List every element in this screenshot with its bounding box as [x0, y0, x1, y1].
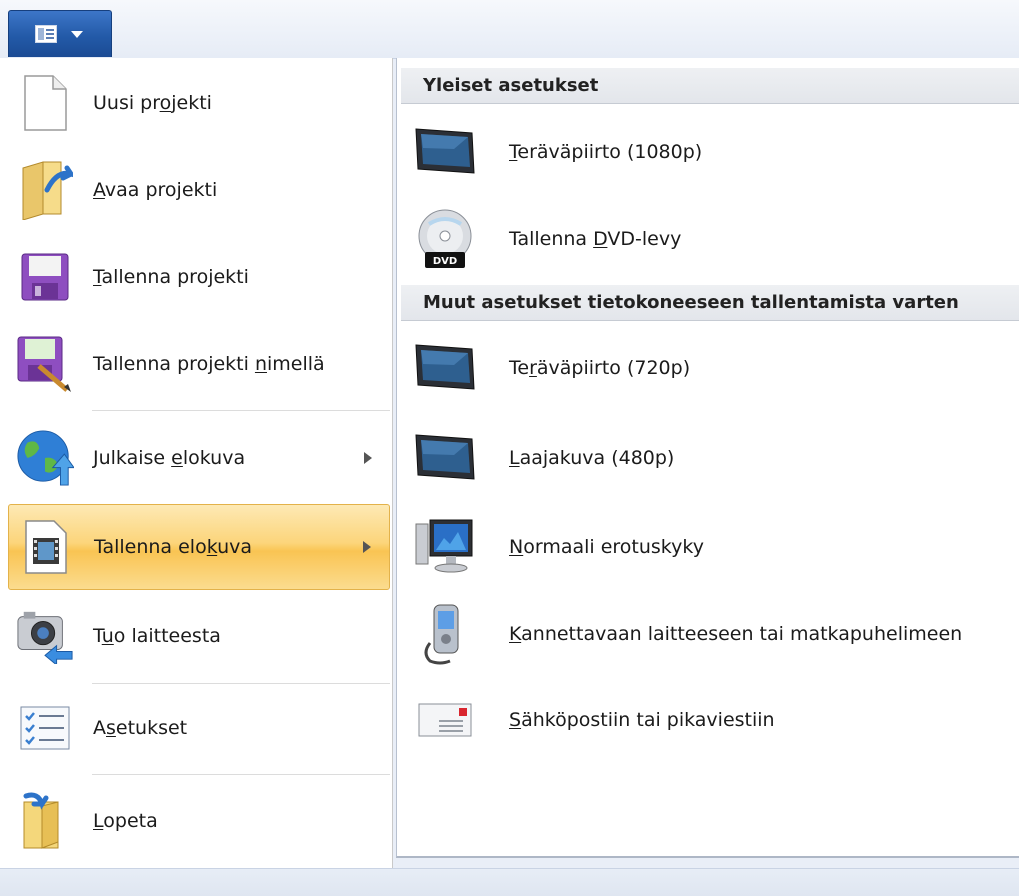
save-disk-icon — [16, 248, 74, 306]
submenu-item-label: Teräväpiirto (720p) — [509, 357, 691, 379]
submenu-item-widescreen-480p[interactable]: Laajakuva (480p) — [401, 415, 1019, 501]
menu-item-label: Uusi projekti — [93, 92, 212, 114]
monitor-icon — [413, 426, 477, 490]
globe-publish-icon — [16, 429, 74, 487]
ribbon-top-bar — [0, 0, 1019, 59]
exit-icon — [16, 792, 74, 850]
chevron-right-icon — [364, 452, 372, 464]
menu-item-new-project[interactable]: Uusi projekti — [8, 60, 390, 146]
submenu-item-standard-definition[interactable]: Normaali erotuskyky — [401, 504, 1019, 590]
section-header-other-settings: Muut asetukset tietokoneeseen tallentami… — [401, 285, 1019, 321]
submenu-item-burn-dvd[interactable]: DVD Tallenna DVD-levy — [401, 196, 1019, 282]
menu-item-open-project[interactable]: Avaa projekti — [8, 147, 390, 233]
menu-item-label: Asetukset — [93, 717, 188, 739]
menu-separator — [92, 410, 390, 411]
mobile-phone-icon — [413, 602, 477, 666]
submenu-item-portable-device[interactable]: Kannettavaan laitteeseen tai matkapuheli… — [401, 591, 1019, 677]
dvd-disc-icon: DVD — [413, 207, 477, 271]
monitor-icon — [413, 120, 477, 184]
menu-item-label: Tallenna elokuva — [94, 536, 253, 558]
submenu-item-label: Sähköpostiin tai pikaviestiin — [509, 709, 775, 731]
app-menu-icon — [35, 25, 57, 43]
camera-import-icon — [16, 607, 74, 665]
submenu-item-label: Teräväpiirto (1080p) — [509, 141, 703, 163]
save-as-icon — [16, 335, 74, 393]
menu-item-save-movie[interactable]: Tallenna elokuva — [8, 504, 390, 590]
menu-item-label: Tuo laitteesta — [93, 625, 221, 647]
submenu-item-label: Normaali erotuskyky — [509, 536, 704, 558]
submenu-item-email[interactable]: Sähköpostiin tai pikaviestiin — [401, 677, 1019, 763]
menu-item-save-project-as[interactable]: Tallenna projekti nimellä — [8, 321, 390, 407]
menu-item-save-project[interactable]: Tallenna projekti — [8, 234, 390, 320]
menu-item-import-from-device[interactable]: Tuo laitteesta — [8, 593, 390, 679]
film-document-icon — [17, 518, 75, 576]
application-menu-button[interactable] — [8, 10, 112, 57]
menu-item-label: Julkaise elokuva — [93, 447, 246, 469]
menu-item-label: Avaa projekti — [93, 179, 218, 201]
menu-item-label: Tallenna projekti nimellä — [93, 353, 325, 375]
svg-text:DVD: DVD — [433, 256, 457, 267]
menu-item-exit[interactable]: Lopeta — [8, 778, 390, 864]
chevron-right-icon — [363, 541, 371, 553]
menu-item-options[interactable]: Asetukset — [8, 685, 390, 771]
submenu-item-hd-720p[interactable]: Teräväpiirto (720p) — [401, 325, 1019, 411]
menu-separator — [92, 683, 390, 684]
open-folder-icon — [16, 161, 74, 220]
desktop-computer-icon — [413, 515, 477, 579]
options-checklist-icon — [16, 699, 74, 757]
submenu-item-label: Kannettavaan laitteeseen tai matkapuheli… — [509, 623, 963, 645]
submenu-item-label: Laajakuva (480p) — [509, 447, 675, 469]
section-header-common-settings: Yleiset asetukset — [401, 68, 1019, 104]
menu-item-label: Tallenna projekti — [93, 266, 249, 288]
panel-divider — [392, 58, 393, 868]
save-movie-submenu: Yleiset asetukset Teräväpiirto (1080p) D… — [396, 58, 1019, 858]
submenu-item-label: Tallenna DVD-levy — [509, 228, 682, 250]
monitor-icon — [413, 336, 477, 400]
application-menu-panel: Uusi projekti Avaa projekti Tallenna pro… — [0, 58, 392, 868]
menu-item-label: Lopeta — [93, 810, 158, 832]
bottom-bar — [0, 868, 1019, 896]
submenu-item-hd-1080p[interactable]: Teräväpiirto (1080p) — [401, 109, 1019, 195]
menu-item-publish-movie[interactable]: Julkaise elokuva — [8, 415, 390, 501]
menu-separator — [92, 774, 390, 775]
new-document-icon — [16, 74, 74, 132]
email-icon — [413, 688, 477, 752]
chevron-down-icon — [71, 31, 83, 38]
